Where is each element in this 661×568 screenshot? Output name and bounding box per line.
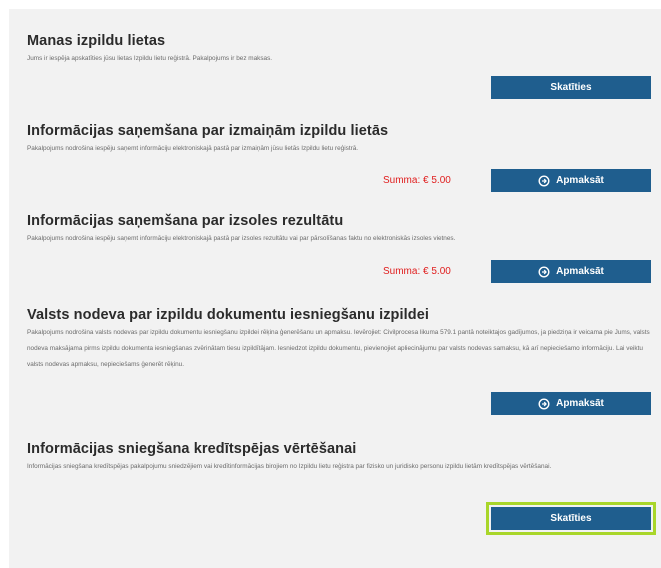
service-my-cases: Manas izpildu lietas Jums ir iespēja aps…	[27, 33, 661, 66]
service-description: Jums ir iespēja apskatīties jūsu lietas …	[27, 55, 273, 62]
view-creditworthiness-button[interactable]: Skatīties	[486, 502, 656, 535]
button-label: Skatīties	[550, 82, 592, 93]
pay-icon	[538, 174, 550, 187]
service-title: Manas izpildu lietas	[27, 33, 166, 49]
pay-icon	[538, 397, 550, 410]
service-title: Informācijas saņemšana par izmaiņām izpi…	[27, 123, 389, 139]
service-case-changes-info: Informācijas saņemšana par izmaiņām izpi…	[27, 123, 661, 156]
service-description: Pakalpojums nodrošina iespēju saņemt inf…	[27, 235, 456, 242]
pay-auction-result-button[interactable]: Apmaksāt	[491, 260, 651, 283]
price-label: Summa: € 5.00	[383, 266, 451, 277]
service-title: Informācijas saņemšana par izsoles rezul…	[27, 213, 344, 229]
service-creditworthiness-info: Informācijas sniegšana kredītspējas vērt…	[27, 441, 661, 475]
service-state-fee: Valsts nodeva par izpildu dokumentu iesn…	[27, 307, 661, 373]
service-title: Valsts nodeva par izpildu dokumentu iesn…	[27, 307, 430, 323]
services-panel: Manas izpildu lietas Jums ir iespēja aps…	[9, 9, 661, 568]
pay-case-changes-button[interactable]: Apmaksāt	[491, 169, 651, 192]
service-description: Pakalpojums nodrošina iespēju saņemt inf…	[27, 145, 359, 152]
price-label: Summa: € 5.00	[383, 175, 451, 186]
button-label: Apmaksāt	[556, 398, 604, 409]
pay-icon	[538, 265, 550, 278]
button-label: Skatīties	[550, 513, 592, 524]
button-label: Apmaksāt	[556, 175, 604, 186]
view-my-cases-button[interactable]: Skatīties	[491, 76, 651, 99]
pay-state-fee-button[interactable]: Apmaksāt	[491, 392, 651, 415]
service-description: Informācijas sniegšana kredītspējas paka…	[27, 463, 552, 470]
button-label: Apmaksāt	[556, 266, 604, 277]
service-title: Informācijas sniegšana kredītspējas vērt…	[27, 441, 357, 457]
service-auction-result-info: Informācijas saņemšana par izsoles rezul…	[27, 213, 661, 246]
service-description: Pakalpojums nodrošina valsts nodevas par…	[27, 329, 650, 368]
